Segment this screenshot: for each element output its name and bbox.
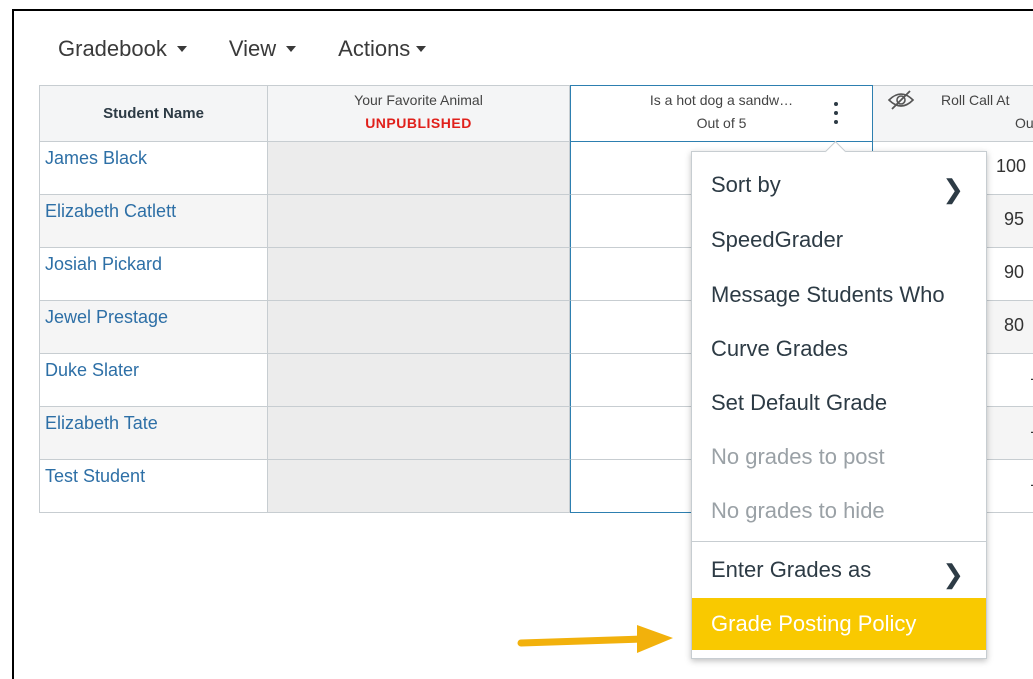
caret-down-icon <box>286 46 297 52</box>
menu-item-message-students[interactable]: Message Students Who <box>692 282 986 322</box>
column-header-hot-dog[interactable]: Is a hot dog a sandw… Out of 5 <box>570 85 873 142</box>
student-name-link[interactable]: Test Student <box>45 466 145 486</box>
favorite-animal-title: Your Favorite Animal <box>354 92 483 108</box>
menu-item-grade-posting-policy[interactable]: Grade Posting Policy <box>692 598 986 650</box>
roll-call-subtitle: Out of <box>1015 115 1033 131</box>
screenshot-frame: Gradebook View Actions Student Name Your… <box>12 9 1033 679</box>
set-default-grade-label: Set Default Grade <box>711 390 888 415</box>
favorite-animal-cell <box>268 142 570 195</box>
roll-call-grade: 90 <box>1004 262 1025 282</box>
column-header-favorite-animal[interactable]: Your Favorite Animal UNPUBLISHED <box>268 85 570 142</box>
student-name-cell[interactable]: Duke Slater <box>39 354 268 407</box>
actions-menu-label: Actions <box>338 36 411 61</box>
student-name-link[interactable]: James Black <box>45 148 147 168</box>
student-name-cell[interactable]: James Black <box>39 142 268 195</box>
student-name-cell[interactable]: Josiah Pickard <box>39 248 268 301</box>
student-name-cell[interactable]: Elizabeth Tate <box>39 407 268 460</box>
sort-by-label: Sort by <box>711 172 781 197</box>
roll-call-grade: 95 <box>1004 209 1025 229</box>
student-name-link[interactable]: Elizabeth Tate <box>45 413 158 433</box>
column-options-menu: Sort by ❯ SpeedGrader Message Students W… <box>691 140 987 659</box>
eye-off-icon <box>887 89 915 114</box>
student-name-link[interactable]: Duke Slater <box>45 360 139 380</box>
menu-divider <box>692 541 986 542</box>
menu-item-enter-grades-as[interactable]: Enter Grades as ❯ <box>692 557 986 597</box>
chevron-right-icon: ❯ <box>942 559 964 589</box>
annotation-arrow-icon <box>517 625 673 653</box>
hot-dog-title: Is a hot dog a sandw… <box>649 92 794 108</box>
grade-posting-policy-label: Grade Posting Policy <box>711 611 917 636</box>
column-header-student-name[interactable]: Student Name <box>39 85 268 142</box>
student-name-cell[interactable]: Jewel Prestage <box>39 301 268 354</box>
student-name-header-label: Student Name <box>103 105 204 122</box>
enter-grades-as-label: Enter Grades as <box>711 557 872 582</box>
gradebook-toolbar: Gradebook View Actions <box>58 29 427 69</box>
unpublished-badge: UNPUBLISHED <box>365 115 472 131</box>
caret-down-icon <box>176 46 187 52</box>
menu-item-no-grades-to-post: No grades to post <box>692 444 986 484</box>
menu-item-no-grades-to-hide: No grades to hide <box>692 498 986 538</box>
no-grades-to-hide-label: No grades to hide <box>711 498 885 523</box>
menu-item-set-default-grade[interactable]: Set Default Grade <box>692 390 986 430</box>
curve-grades-label: Curve Grades <box>711 336 848 361</box>
student-name-cell[interactable]: Test Student <box>39 460 268 513</box>
menu-item-sort-by[interactable]: Sort by ❯ <box>692 172 986 212</box>
favorite-animal-cell <box>268 301 570 354</box>
favorite-animal-cell <box>268 407 570 460</box>
view-menu[interactable]: View <box>228 36 297 62</box>
roll-call-grade: 100 <box>996 156 1027 176</box>
message-students-label: Message Students Who <box>711 282 945 307</box>
roll-call-grade: 80 <box>1004 315 1025 335</box>
no-grades-to-post-label: No grades to post <box>711 444 885 469</box>
roll-call-title: Roll Call At <box>941 92 1010 108</box>
student-name-link[interactable]: Jewel Prestage <box>45 307 168 327</box>
gradebook-menu-label: Gradebook <box>58 36 167 61</box>
menu-item-curve-grades[interactable]: Curve Grades <box>692 336 986 376</box>
student-name-link[interactable]: Elizabeth Catlett <box>45 201 176 221</box>
menu-item-speedgrader[interactable]: SpeedGrader <box>692 227 986 267</box>
favorite-animal-cell <box>268 460 570 513</box>
student-name-cell[interactable]: Elizabeth Catlett <box>39 195 268 248</box>
column-header-roll-call[interactable]: Roll Call At Out of <box>873 85 1033 142</box>
speedgrader-label: SpeedGrader <box>711 227 844 252</box>
hot-dog-subtitle: Out of 5 <box>696 115 747 131</box>
caret-down-icon <box>416 46 427 52</box>
view-menu-label: View <box>228 36 277 61</box>
gradebook-menu[interactable]: Gradebook <box>58 36 187 62</box>
favorite-animal-cell <box>268 248 570 301</box>
favorite-animal-cell <box>268 354 570 407</box>
column-options-kebab-icon[interactable] <box>831 102 841 126</box>
chevron-right-icon: ❯ <box>942 174 964 204</box>
student-name-link[interactable]: Josiah Pickard <box>45 254 162 274</box>
favorite-animal-cell <box>268 195 570 248</box>
actions-menu[interactable]: Actions <box>338 36 427 62</box>
